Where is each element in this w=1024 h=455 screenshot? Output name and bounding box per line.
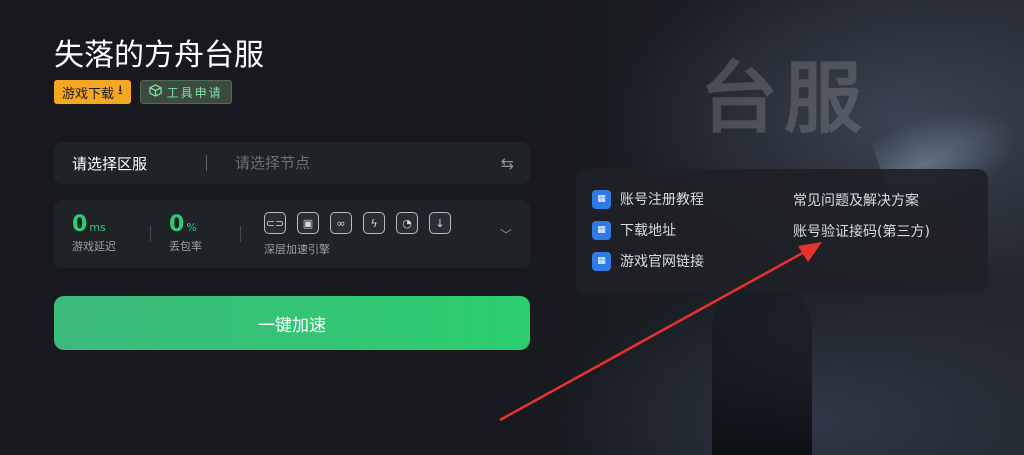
annotation-arrow [499, 242, 822, 422]
arrow-head [798, 242, 822, 262]
arrow-shaft [499, 248, 809, 422]
